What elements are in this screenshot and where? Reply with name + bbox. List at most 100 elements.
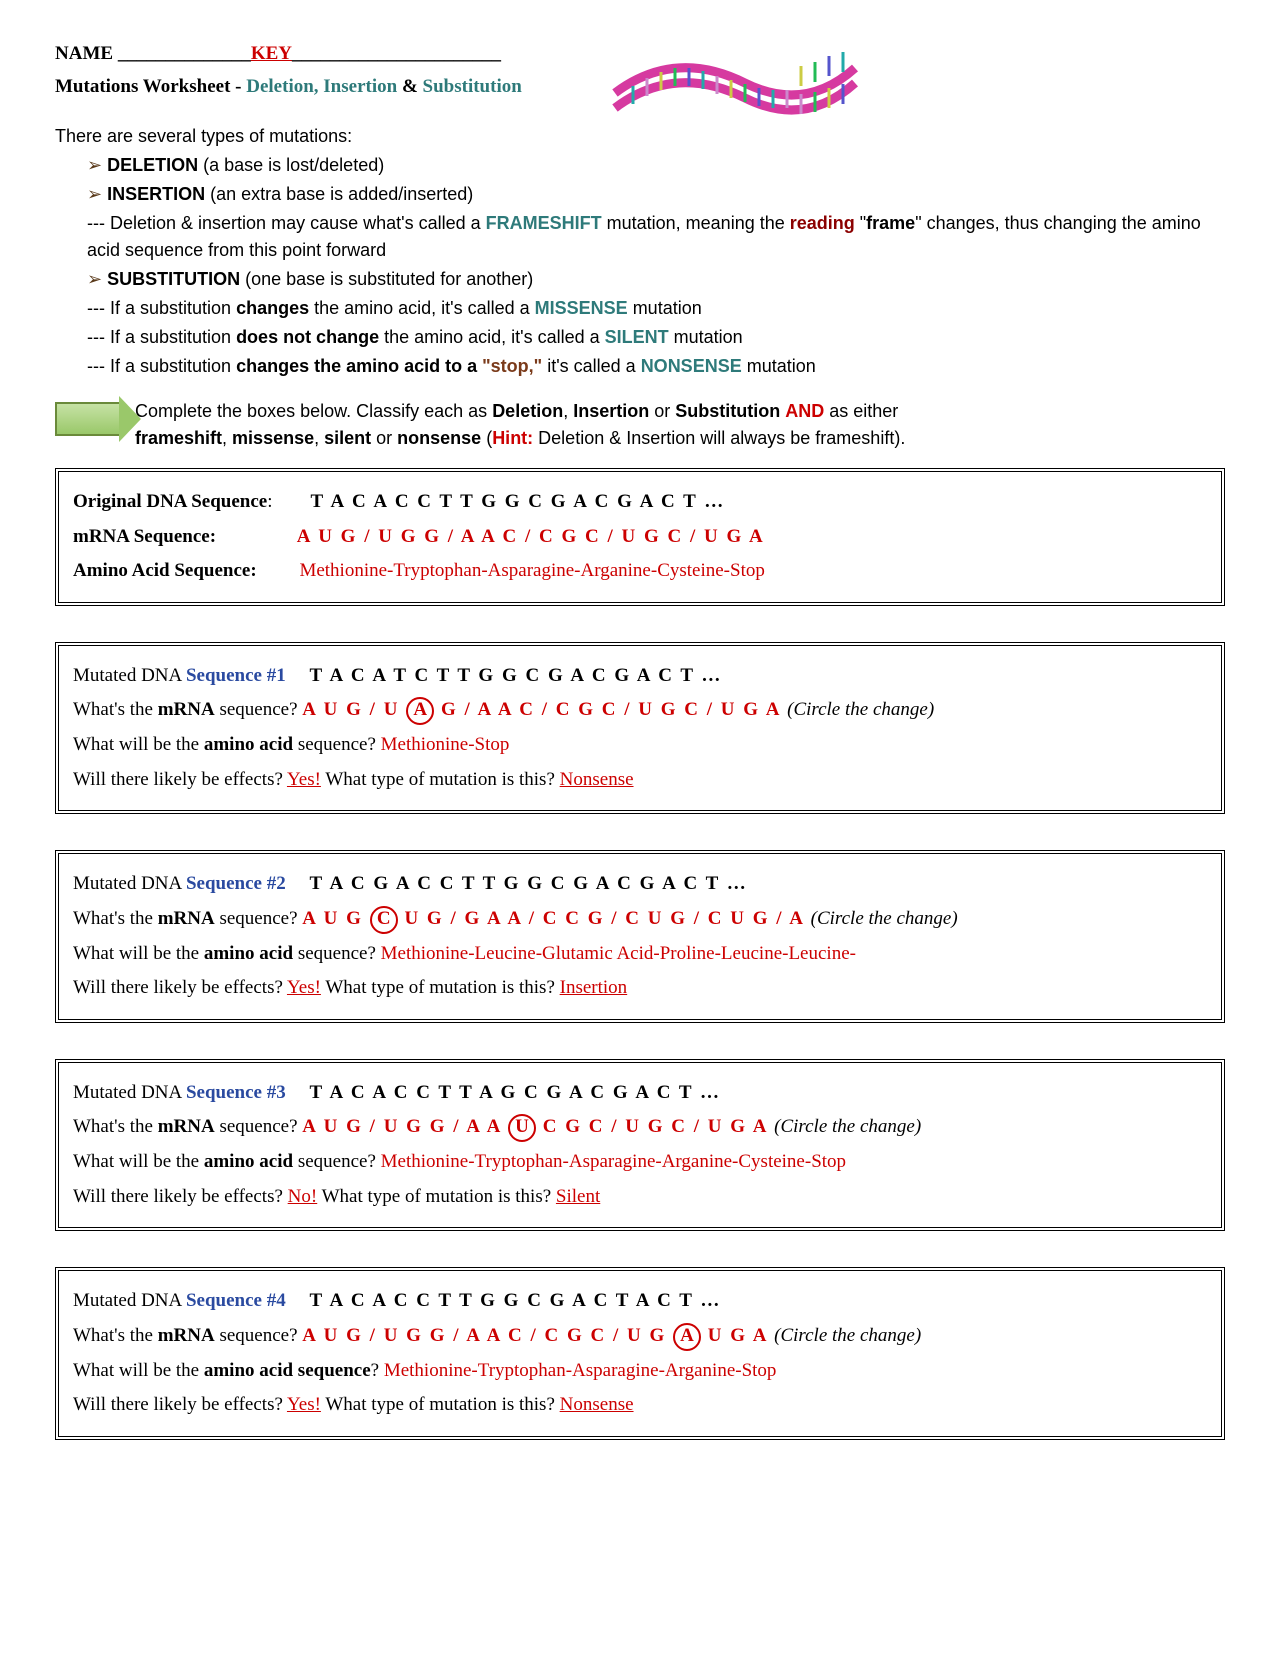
b4-dna-seq: T A C A C C T T G G C G A C T A C T … (309, 1290, 721, 1311)
missense-note: --- If a substitution changes the amino … (87, 295, 1225, 322)
b1-dna-pre: Mutated DNA (73, 665, 186, 686)
b3-dna: Mutated DNA Sequence #3 T A C A C C T T … (73, 1079, 1207, 1108)
orig-amino-label: Amino Acid Sequence: (73, 560, 257, 581)
b1-hint: (Circle the change) (787, 699, 934, 720)
b3-mrna-post: C G C / U G C / U G A (536, 1116, 774, 1137)
sub1-changes: changes (236, 298, 309, 318)
b4-mrna-pre: A U G / U G G / A A C / C G C / U G (302, 1325, 673, 1346)
frameshift-q1: " (855, 213, 866, 233)
deletion-label: DELETION (107, 155, 198, 175)
b3-qamino-b: amino acid (204, 1151, 293, 1172)
inst-s3: or (371, 428, 397, 448)
subtitle-sep: - (230, 76, 246, 97)
inst-tail: Deletion & Insertion will always be fram… (533, 428, 905, 448)
b2-qmrna-c: sequence? (215, 908, 303, 929)
b4-dna: Mutated DNA Sequence #4 T A C A C C T T … (73, 1287, 1207, 1316)
frameshift-mid: mutation, meaning the (602, 213, 790, 233)
inst-sep1: , (563, 401, 573, 421)
b3-eff-ans: No! (288, 1186, 318, 1207)
b1-circled: A (406, 697, 434, 725)
b4-dna-pre: Mutated DNA (73, 1290, 186, 1311)
b2-eff-ans: Yes! (287, 977, 321, 998)
b4-mrna-post: U G A (701, 1325, 774, 1346)
b2-qamino-a: What will be the (73, 943, 204, 964)
bullet-insertion: ➢ INSERTION (an extra base is added/inse… (87, 181, 1225, 208)
b3-effects: Will there likely be effects? No! What t… (73, 1183, 1207, 1212)
b3-hint: (Circle the change) (774, 1116, 921, 1137)
b3-qmrna-b: mRNA (158, 1116, 215, 1137)
name-label: NAME (55, 43, 113, 64)
b1-qtype: What type of mutation is this? (321, 769, 560, 790)
b2-mrna-pre: A U G (302, 908, 369, 929)
frameshift-term: FRAMESHIFT (486, 213, 602, 233)
inst-a: Complete the boxes below. Classify each … (135, 401, 492, 421)
inst-nonsense: nonsense (397, 428, 481, 448)
b3-qamino-a: What will be the (73, 1151, 204, 1172)
b1-qamino-c: sequence? (293, 734, 381, 755)
nonsense-note: --- If a substitution changes the amino … (87, 353, 1225, 380)
inst-frameshift: frameshift (135, 428, 222, 448)
b4-qmrna-c: sequence? (215, 1325, 303, 1346)
mutation-types-list: ➢ DELETION (a base is lost/deleted) ➢ IN… (87, 152, 1225, 380)
b1-qamino-b: amino acid (204, 734, 293, 755)
b3-dna-seq: T A C A C C T T A G C G A C G A C T … (309, 1082, 721, 1103)
bullet-substitution: ➢ SUBSTITUTION (one base is substituted … (87, 266, 1225, 293)
sub3-pre: --- If a substitution (87, 356, 236, 376)
b3-amino-ans: Methionine-Tryptophan-Asparagine-Arganin… (381, 1151, 846, 1172)
orig-mrna-line: mRNA Sequence: A U G / U G G / A A C / C… (73, 523, 1207, 552)
stop-term: "stop," (482, 356, 542, 376)
b2-qeff: Will there likely be effects? (73, 977, 287, 998)
b4-qtype: What type of mutation is this? (321, 1394, 560, 1415)
substitution-label: SUBSTITUTION (107, 269, 240, 289)
frameshift-note: --- Deletion & insertion may cause what'… (87, 210, 1225, 264)
inst-and: AND (785, 401, 824, 421)
b3-qmrna-a: What's the (73, 1116, 158, 1137)
b2-dna: Mutated DNA Sequence #2 T A C G A C C T … (73, 870, 1207, 899)
b2-qmrna-b: mRNA (158, 908, 215, 929)
b2-circled: C (370, 906, 398, 934)
dna-illustration (605, 38, 865, 141)
answer-key: KEY (251, 43, 292, 64)
b1-mrna-post: G / A A C / C G C / U G C / U G A (434, 699, 787, 720)
orig-dna-seq: T A C A C C T T G G C G A C G A C T … (311, 491, 726, 512)
instructions-text: Complete the boxes below. Classify each … (135, 398, 905, 452)
sub2-mid: the amino acid, it's called a (379, 327, 605, 347)
b4-qeff: Will there likely be effects? (73, 1394, 287, 1415)
b4-qamino-b: amino acid sequence (204, 1360, 371, 1381)
inst-deletion: Deletion (492, 401, 563, 421)
b3-circled: U (508, 1114, 536, 1142)
b2-qtype: What type of mutation is this? (321, 977, 560, 998)
b4-qamino-a: What will be the (73, 1360, 204, 1381)
b1-dna-seq: T A C A T C T T G G C G A C G A C T … (309, 665, 722, 686)
b3-mrna: What's the mRNA sequence? A U G / U G G … (73, 1113, 1207, 1142)
b1-mrna-pre: A U G / U (302, 699, 406, 720)
b1-eff-ans: Yes! (287, 769, 321, 790)
orig-amino-seq: Methionine-Tryptophan-Asparagine-Arganin… (299, 560, 764, 581)
arrow-icon (55, 402, 121, 436)
b3-qmrna-c: sequence? (215, 1116, 303, 1137)
insertion-desc: (an extra base is added/inserted) (205, 184, 473, 204)
b3-qtype: What type of mutation is this? (317, 1186, 556, 1207)
original-sequence-box: Original DNA Sequence: T A C A C C T T G… (55, 468, 1225, 606)
b2-dna-pre: Mutated DNA (73, 873, 186, 894)
b1-qmrna-b: mRNA (158, 699, 215, 720)
inst-hint: Hint: (492, 428, 533, 448)
b4-seqnum: Sequence #4 (186, 1290, 286, 1311)
b1-type-ans: Nonsense (560, 769, 634, 790)
mutation-box-4: Mutated DNA Sequence #4 T A C A C C T T … (55, 1267, 1225, 1440)
b2-hint: (Circle the change) (811, 908, 958, 929)
b4-mrna: What's the mRNA sequence? A U G / U G G … (73, 1322, 1207, 1351)
missense-term: MISSENSE (535, 298, 628, 318)
b1-effects: Will there likely be effects? Yes! What … (73, 766, 1207, 795)
subtitle-types-a: Deletion, Insertion (246, 76, 397, 97)
bullet-deletion: ➢ DELETION (a base is lost/deleted) (87, 152, 1225, 179)
orig-colon: : (267, 491, 272, 512)
mutation-box-1: Mutated DNA Sequence #1 T A C A T C T T … (55, 642, 1225, 815)
b4-qmrna-a: What's the (73, 1325, 158, 1346)
sub2-tail: mutation (669, 327, 743, 347)
nonsense-term: NONSENSE (641, 356, 742, 376)
b4-circled: A (673, 1323, 701, 1351)
inst-s2: , (314, 428, 324, 448)
substitution-desc: (one base is substituted for another) (240, 269, 533, 289)
b4-effects: Will there likely be effects? Yes! What … (73, 1391, 1207, 1420)
